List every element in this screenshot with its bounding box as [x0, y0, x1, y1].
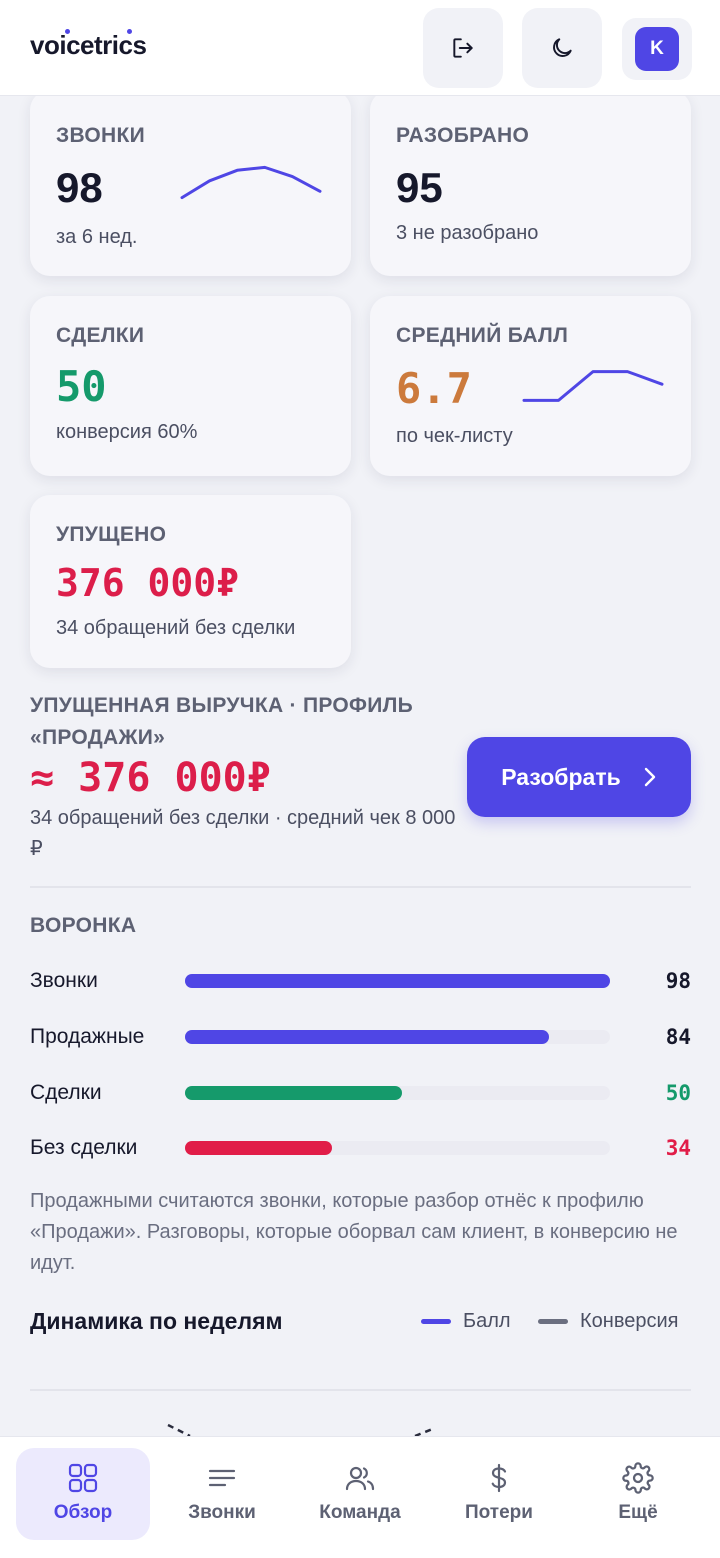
funnel-row-value: 98	[665, 969, 691, 993]
kpi-sub: конверсия 60%	[56, 421, 198, 443]
analyze-button[interactable]: Разобрать	[467, 737, 691, 817]
kpi-card-calls[interactable]: ЗВОНКИ 98 за 6 нед.	[30, 90, 351, 276]
kpi-value: 98	[56, 164, 103, 211]
nav-label: Звонки	[188, 1502, 256, 1523]
kpi-value: 95	[396, 164, 443, 211]
funnel-row: Без сделки 34	[30, 1133, 691, 1163]
users-icon	[345, 1466, 375, 1491]
theme-toggle-button[interactable]	[522, 8, 602, 88]
kpi-label: ЗВОНКИ	[56, 124, 146, 147]
legend-label: Конверсия	[580, 1310, 679, 1332]
gear-icon	[622, 1462, 654, 1494]
funnel-row: Продажные 84	[30, 1022, 691, 1052]
funnel-bar	[185, 1141, 333, 1155]
kpi-label: УПУЩЕНО	[56, 523, 167, 546]
legend-item-conversion: Конверсия	[538, 1310, 678, 1333]
kpi-sub: 3 не разобрано	[396, 222, 539, 244]
funnel-bar	[185, 1030, 550, 1044]
funnel-bar-track	[185, 1086, 610, 1100]
logout-icon	[453, 38, 473, 58]
funnel-row: Сделки 50	[30, 1078, 691, 1108]
logo-dot	[65, 29, 70, 34]
app-logo[interactable]: voicetrics	[30, 30, 147, 61]
funnel-row-label: Звонки	[30, 969, 98, 992]
score-sparkline	[522, 370, 664, 402]
funnel-row-value: 84	[665, 1025, 691, 1049]
legend-swatch	[538, 1319, 568, 1324]
legend-item-score: Балл	[421, 1310, 511, 1333]
kpi-value: 376 000₽	[56, 561, 240, 605]
funnel-title: ВОРОНКА	[30, 914, 137, 937]
bottom-nav: Обзор Звонки Команда Потери Ещё	[0, 1436, 720, 1558]
funnel-bar	[185, 974, 610, 988]
profile-button[interactable]: K	[622, 18, 692, 80]
score-trend-line	[522, 370, 664, 402]
nav-item-more[interactable]: Ещё	[571, 1448, 705, 1540]
funnel-bar-track	[185, 974, 610, 988]
funnel-row: Звонки 98	[30, 966, 691, 996]
dynamics-title: Динамика по неделям	[30, 1308, 283, 1334]
chevron-right-icon	[644, 767, 655, 787]
lost-revenue-sub: 34 обращений без сделки · средний чек 8 …	[30, 807, 456, 860]
nav-item-overview[interactable]: Обзор	[16, 1448, 150, 1540]
dynamics-chart-peek	[167, 1423, 436, 1436]
nav-label: Потери	[465, 1502, 533, 1523]
kpi-card-missed[interactable]: УПУЩЕНО 376 000₽ 34 обращений без сделки	[30, 495, 351, 668]
kpi-sub: 34 обращений без сделки	[56, 617, 296, 639]
calls-sparkline	[180, 165, 322, 200]
legend-swatch	[421, 1319, 451, 1324]
funnel-row-value: 50	[665, 1081, 691, 1105]
kpi-sub: за 6 нед.	[56, 226, 138, 248]
lost-revenue-title: УПУЩЕННАЯ ВЫРУЧКА · ПРОФИЛЬ «ПРОДАЖИ»	[30, 694, 414, 749]
kpi-label: СРЕДНИЙ БАЛЛ	[396, 324, 569, 347]
funnel-row-value: 34	[665, 1136, 691, 1160]
grid-icon	[68, 1463, 98, 1493]
funnel-note: Продажными считаются звонки, которые раз…	[30, 1190, 678, 1274]
avatar: K	[635, 27, 679, 71]
funnel-bar-track	[185, 1030, 610, 1044]
funnel-bar	[185, 1086, 402, 1100]
kpi-label: СДЕЛКИ	[56, 324, 145, 347]
funnel-row-label: Продажные	[30, 1025, 145, 1048]
funnel-row-label: Сделки	[30, 1081, 102, 1104]
dollar-icon	[491, 1463, 507, 1493]
kpi-card-deals[interactable]: СДЕЛКИ 50 конверсия 60%	[30, 296, 351, 476]
funnel-bar-track	[185, 1141, 610, 1155]
funnel-row-label: Без сделки	[30, 1136, 138, 1159]
kpi-value: 6.7	[396, 364, 472, 413]
nav-item-losses[interactable]: Потери	[432, 1448, 566, 1540]
nav-label: Обзор	[53, 1502, 113, 1523]
kpi-card-avg-score[interactable]: СРЕДНИЙ БАЛЛ 6.7 по чек-листу	[370, 296, 691, 476]
analyze-button-label: Разобрать	[501, 763, 621, 790]
logout-button[interactable]	[423, 8, 503, 88]
divider	[30, 886, 691, 888]
logo-dot	[127, 29, 132, 34]
kpi-card-analyzed[interactable]: РАЗОБРАНО 95 3 не разобрано	[370, 90, 691, 276]
nav-item-calls[interactable]: Звонки	[155, 1448, 289, 1540]
nav-item-team[interactable]: Команда	[293, 1448, 427, 1540]
moon-icon	[553, 38, 572, 57]
nav-label: Ещё	[618, 1502, 658, 1523]
app-header: voicetrics K	[0, 0, 720, 96]
chart-top-gridline	[30, 1389, 691, 1391]
lost-revenue-value: ≈ 376 000₽	[30, 755, 271, 801]
nav-label: Команда	[319, 1502, 401, 1523]
list-icon	[208, 1469, 236, 1487]
legend-label: Балл	[463, 1310, 511, 1332]
kpi-sub: по чек-листу	[396, 425, 513, 447]
calls-trend-line	[180, 165, 322, 200]
kpi-value: 50	[56, 362, 107, 411]
kpi-label: РАЗОБРАНО	[396, 124, 530, 147]
